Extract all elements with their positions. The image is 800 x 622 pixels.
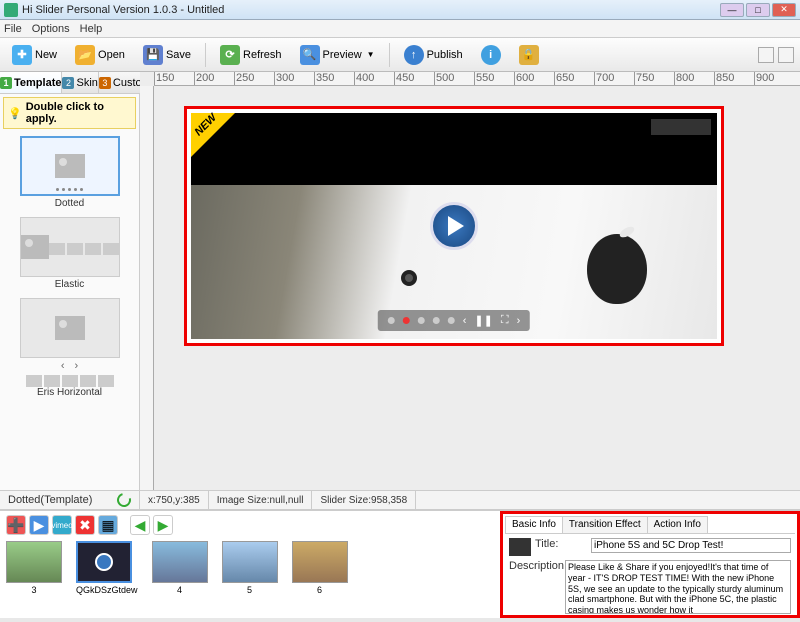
menu-help[interactable]: Help — [80, 23, 103, 35]
thumb-4[interactable]: 4 — [152, 541, 208, 595]
save-button[interactable]: 💾Save — [137, 42, 197, 68]
slider-controls: ‹ ❚❚ ⛶ › — [378, 310, 530, 331]
canvas-area: 1502002503003504004505005506006507007508… — [140, 72, 800, 490]
tab-transition[interactable]: Transition Effect — [562, 516, 648, 533]
open-button[interactable]: 📂Open — [69, 42, 131, 68]
slide-dot-3[interactable] — [418, 317, 425, 324]
slide-dot-4[interactable] — [433, 317, 440, 324]
thumb-3[interactable]: 3 — [6, 541, 62, 595]
apple-logo-icon — [587, 234, 647, 304]
thumb-5[interactable]: 5 — [222, 541, 278, 595]
add-youtube-icon[interactable]: ▶ — [29, 515, 49, 535]
delete-icon[interactable]: ✖ — [75, 515, 95, 535]
new-button[interactable]: ✚New — [6, 42, 63, 68]
thumb-toolbar: ➕ ▶ vimeo ✖ ▦ ◀ ▶ — [6, 515, 494, 535]
play-button[interactable] — [430, 202, 478, 250]
slide-dot-1[interactable] — [388, 317, 395, 324]
layout-button-2[interactable] — [778, 47, 794, 63]
minimize-button[interactable]: — — [720, 3, 744, 17]
slide-pause-icon[interactable]: ❚❚ — [474, 314, 492, 327]
slide-prev-icon[interactable]: ‹ — [463, 315, 467, 327]
canvas[interactable]: NEW ‹ ❚❚ ⛶ › — [154, 86, 800, 490]
main-toolbar: ✚New 📂Open 💾Save ⟳Refresh 🔍Preview▼ ↑Pub… — [0, 38, 800, 72]
lightbulb-icon: 💡 — [8, 107, 22, 120]
grid-icon[interactable]: ▦ — [98, 515, 118, 535]
new-ribbon: NEW — [191, 113, 235, 157]
tab-action[interactable]: Action Info — [647, 516, 708, 533]
tab-skin[interactable]: 2Skin — [62, 72, 98, 93]
ruler-vertical — [140, 86, 154, 490]
title-input[interactable] — [591, 538, 791, 553]
template-sidebar: 1Template 2Skin 3Custom 💡Double click to… — [0, 72, 140, 490]
layout-button-1[interactable] — [758, 47, 774, 63]
template-item-elastic[interactable]: Elastic — [4, 217, 135, 290]
add-vimeo-icon[interactable]: vimeo — [52, 515, 72, 535]
info-thumb — [509, 538, 531, 556]
publish-button[interactable]: ↑Publish — [398, 42, 469, 68]
app-icon — [4, 3, 18, 17]
preview-button[interactable]: 🔍Preview▼ — [294, 42, 381, 68]
tab-basic-info[interactable]: Basic Info — [505, 516, 563, 533]
menu-bar: File Options Help — [0, 20, 800, 38]
slide-fullscreen-icon[interactable]: ⛶ — [501, 314, 509, 327]
slide-badge — [651, 119, 711, 135]
menu-file[interactable]: File — [4, 23, 22, 35]
tab-template[interactable]: 1Template — [0, 72, 62, 93]
reload-icon[interactable] — [114, 490, 133, 509]
description-input[interactable] — [565, 560, 791, 614]
menu-options[interactable]: Options — [32, 23, 70, 35]
info-panel: Basic Info Transition Effect Action Info… — [500, 511, 800, 618]
template-item-dotted[interactable]: Dotted — [4, 136, 135, 209]
template-item-eris[interactable]: ‹› Eris Horizontal — [4, 298, 135, 398]
info-button[interactable]: i — [475, 42, 507, 68]
status-slider-size: Slider Size:958,358 — [312, 491, 416, 509]
slide-dot-5[interactable] — [448, 317, 455, 324]
bottom-panel: ➕ ▶ vimeo ✖ ▦ ◀ ▶ 3 QGkDSzGtdew 4 5 6 Ba… — [0, 510, 800, 618]
slide-dot-2[interactable] — [403, 317, 410, 324]
thumb-6[interactable]: 6 — [292, 541, 348, 595]
status-coords: x:750,y:385 — [140, 491, 209, 509]
status-bar: Dotted(Template) x:750,y:385 Image Size:… — [0, 490, 800, 510]
slider-preview[interactable]: NEW ‹ ❚❚ ⛶ › — [184, 106, 724, 346]
status-template: Dotted(Template) — [8, 494, 92, 506]
window-title: Hi Slider Personal Version 1.0.3 - Untit… — [22, 4, 720, 16]
window-titlebar: Hi Slider Personal Version 1.0.3 - Untit… — [0, 0, 800, 20]
close-button[interactable]: ✕ — [772, 3, 796, 17]
lock-button[interactable]: 🔒 — [513, 42, 545, 68]
description-label: Description: — [509, 560, 561, 572]
maximize-button[interactable]: □ — [746, 3, 770, 17]
title-label: Title: — [535, 538, 587, 550]
thumb-video[interactable]: QGkDSzGtdew — [76, 541, 138, 595]
slide-next-icon[interactable]: › — [517, 315, 521, 327]
arrow-left-icon[interactable]: ◀ — [130, 515, 150, 535]
status-image-size: Image Size:null,null — [209, 491, 313, 509]
refresh-button[interactable]: ⟳Refresh — [214, 42, 288, 68]
phone-camera-icon — [401, 270, 417, 286]
apply-hint: 💡Double click to apply. — [3, 97, 136, 129]
ruler-horizontal: 1502002503003504004505005506006507007508… — [154, 72, 800, 86]
thumbnail-strip: 3 QGkDSzGtdew 4 5 6 — [6, 539, 494, 595]
add-image-icon[interactable]: ➕ — [6, 515, 26, 535]
arrow-right-icon[interactable]: ▶ — [153, 515, 173, 535]
